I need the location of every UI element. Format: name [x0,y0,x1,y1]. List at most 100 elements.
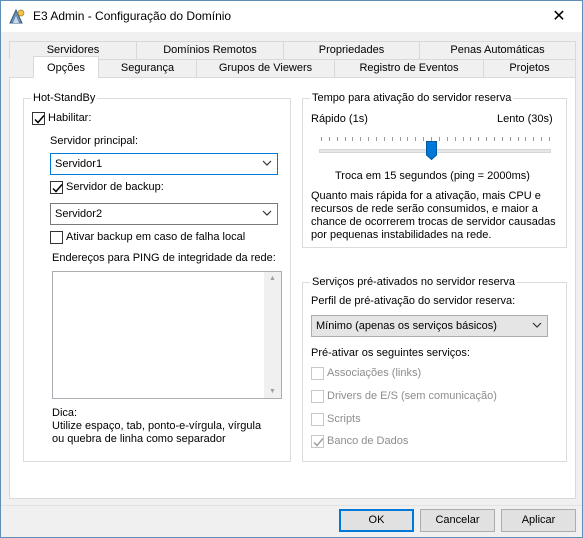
tip-title: Dica: [52,407,78,419]
profile-label: Perfil de pré-ativação do servidor reser… [311,295,516,307]
slider-tick [549,137,550,141]
tab-label: Domínios Remotos [163,44,257,56]
slider-tick [455,137,456,141]
tab-seguranca[interactable]: Segurança [98,59,197,77]
slider-tick [376,137,377,141]
slider-tick [525,137,526,141]
slider-tick [486,137,487,141]
slider-tick [439,137,440,141]
activation-time-title: Tempo para ativação do servidor reserva [310,92,514,104]
dialog-window: E3 Admin - Configuração do Domínio ✕ Ser… [0,0,583,538]
ok-label: OK [368,514,385,526]
profile-select[interactable]: Mínimo (apenas os serviços básicos) [311,315,548,337]
tab-label: Projetos [509,62,550,74]
slider-tick [447,137,448,141]
tab-registro-eventos[interactable]: Registro de Eventos [334,59,484,77]
service-banco-dados-label: Banco de Dados [327,435,409,447]
slider-tick [384,137,385,141]
tab-label: Grupos de Viewers [218,62,313,74]
slider-tick [329,137,330,141]
services-label: Pré-ativar os seguintes serviços: [311,347,470,359]
enable-checkbox[interactable] [32,112,45,125]
window-title: E3 Admin - Configuração do Domínio [33,9,232,23]
cancel-button[interactable]: Cancelar [420,509,495,532]
backup-server-value: Servidor2 [55,208,103,220]
slider-tick [352,137,353,141]
failover-checkbox[interactable] [50,231,63,244]
primary-server-value: Servidor1 [55,158,103,170]
slider-tick [510,137,511,141]
slider-tick [368,137,369,141]
activation-desc-3: chance de ocorrerem trocas de servidor c… [311,216,556,228]
slider-tick [478,137,479,141]
exchange-text: Troca em 15 segundos (ping = 2000ms) [335,170,530,182]
primary-server-select[interactable]: Servidor1 [50,153,278,175]
service-banco-dados-checkbox[interactable] [311,435,324,448]
close-button[interactable]: ✕ [536,1,582,31]
preactivated-title: Serviços pré-ativados no servidor reserv… [310,276,517,288]
slider-tick [415,137,416,141]
tab-projetos[interactable]: Projetos [483,59,576,77]
slider-tick [518,137,519,141]
activation-slider-thumb[interactable] [426,141,437,160]
tab-label: Opções [47,62,85,74]
tab-propriedades[interactable]: Propriedades [283,41,420,59]
cancel-label: Cancelar [435,514,480,526]
service-drivers-checkbox[interactable] [311,390,324,403]
apply-button[interactable]: Aplicar [501,509,576,532]
slider-tick [392,137,393,141]
backup-server-checkbox[interactable] [50,181,63,194]
checkmark-icon [313,438,324,447]
app-icon [9,8,25,24]
ping-addresses-scrollbar[interactable]: ▲ ▼ [264,272,281,398]
profile-value: Mínimo (apenas os serviços básicos) [316,320,497,332]
slider-tick [541,137,542,141]
backup-server-label: Servidor de backup: [66,181,164,193]
activation-desc-4: por pequenas instabilidades na rede. [311,229,492,241]
enable-label: Habilitar: [48,112,92,124]
slider-tick [502,137,503,141]
title-bar[interactable]: E3 Admin - Configuração do Domínio ✕ [1,1,582,32]
tab-dominios-remotos[interactable]: Domínios Remotos [136,41,284,59]
activation-desc-2: recursos de rede serão consumidos, e mai… [311,203,538,215]
failover-label: Ativar backup em caso de falha local [66,231,246,243]
hotstandby-title: Hot-StandBy [31,92,98,104]
ping-addresses-label: Endereços para PING de integridade da re… [52,252,276,264]
checkmark-icon [52,184,63,193]
ping-addresses-textarea[interactable]: ▲ ▼ [52,271,282,399]
primary-server-label: Servidor principal: [50,135,139,147]
service-associacoes-label: Associações (links) [327,367,422,379]
slider-tick [407,137,408,141]
slider-tick [321,137,322,141]
tab-label: Servidores [46,44,100,56]
ok-button[interactable]: OK [339,509,414,532]
tab-grupos-viewers[interactable]: Grupos de Viewers [196,59,335,77]
tab-row-bottom: Opções Segurança Grupos de Viewers Regis… [9,56,576,78]
service-associacoes-checkbox[interactable] [311,367,324,380]
scroll-down-icon[interactable]: ▼ [269,388,276,395]
service-drivers-label: Drivers de E/S (sem comunicação) [327,390,497,402]
tab-label: Registro de Eventos [359,62,459,74]
scroll-up-icon[interactable]: ▲ [269,275,276,282]
backup-server-select[interactable]: Servidor2 [50,203,278,225]
slider-tick [400,137,401,141]
tab-label: Segurança [120,62,175,74]
tab-opcoes[interactable]: Opções [33,56,99,78]
slider-tick [337,137,338,141]
slider-tick [494,137,495,141]
service-scripts-checkbox[interactable] [311,413,324,426]
slider-tick [470,137,471,141]
tab-label: Propriedades [318,44,385,56]
slider-tick [423,137,424,141]
apply-label: Aplicar [521,514,556,526]
tab-penas-automaticas[interactable]: Penas Automáticas [419,41,576,59]
slider-tick [463,137,464,141]
chevron-down-icon [532,322,542,328]
close-icon: ✕ [552,8,566,25]
slider-tick [345,137,346,141]
service-scripts-label: Scripts [327,413,361,425]
chevron-down-icon [262,210,272,216]
checkmark-icon [34,115,45,124]
slider-tick [533,137,534,141]
activation-desc-1: Quanto mais rápida for a ativação, mais … [311,190,541,202]
